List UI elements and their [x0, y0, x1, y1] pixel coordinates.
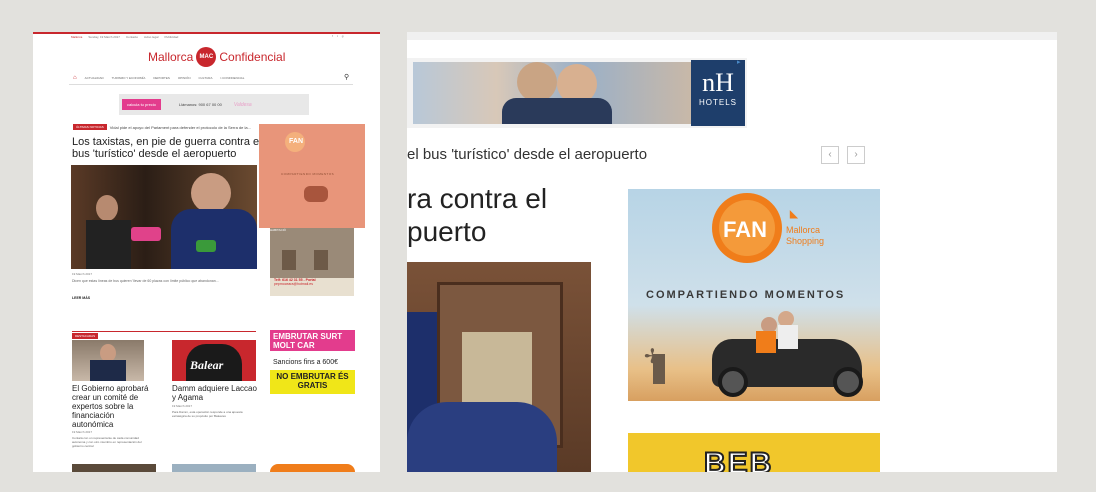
breaking-text[interactable]: Vidal pide el apoyo del Parlament para d… — [110, 125, 251, 130]
fan-arrow-icon: ◣ — [790, 209, 798, 220]
facebook-icon[interactable]: f — [332, 34, 333, 38]
googleplus-icon[interactable]: g — [342, 34, 344, 38]
zoom-fan-sub2: Shopping — [786, 236, 825, 246]
nh-sub: HOTELS — [698, 98, 737, 107]
card1-photo[interactable] — [72, 340, 144, 381]
home-icon[interactable]: ⌂ — [73, 75, 77, 81]
main-article-headline[interactable]: Los taxistas, en pie de guerra contra el… — [72, 136, 262, 160]
logo-badge: MAC — [196, 47, 217, 67]
social-links: f t g — [332, 34, 343, 38]
zoom-fan-brand: FAN — [723, 217, 767, 242]
zoom-headline-line2[interactable]: puerto — [407, 215, 486, 249]
zoomed-detail: nH HOTELS ▸ el bus 'turístico' desde el … — [407, 32, 1057, 472]
breaking-badge: ÚLTIMAS NOTICIAS — [73, 124, 107, 130]
main-article-date: 19 March 2017 — [72, 272, 93, 276]
nav-item[interactable]: ACTUALIDAD — [85, 76, 104, 80]
card2-headline[interactable]: Damm adquiere Laccao y Agama — [172, 384, 262, 402]
nh-hotels-ad[interactable]: nH HOTELS ▸ — [407, 58, 747, 128]
room-ad-title: HABITACIÓ — [270, 228, 286, 232]
nav-item[interactable]: CULTURA — [199, 76, 213, 80]
nh-logo: nH HOTELS — [691, 60, 745, 126]
embrutar-mid: Sancions fins a 600€ — [273, 359, 338, 366]
room-ad-email: pepmoceara@hotmail.es — [274, 282, 313, 286]
card1-date: 19 March 2017 — [72, 430, 93, 434]
card1-headline[interactable]: El Gobierno aprobará crear un comité de … — [72, 384, 152, 429]
nav-item[interactable]: DEPORTES — [153, 76, 169, 80]
top-bar-item[interactable]: Mallorca — [71, 35, 82, 39]
logo-text-right: Confidencial — [219, 50, 286, 64]
card3-photo[interactable] — [72, 464, 156, 472]
zoom-headline-line1[interactable]: ra contra el — [407, 182, 547, 216]
sidebar-room-ad[interactable]: HABITACIÓ Telf: 616 42 31 55 - Portal pe… — [270, 228, 354, 296]
embrutar-ad[interactable]: EMBRUTAR SURT MOLT CAR Sancions fins a 6… — [270, 330, 355, 406]
card2-brand: Balear — [190, 358, 224, 372]
card1-excerpt: Contará con un representante de cada com… — [72, 436, 142, 448]
section-badge: DESTACADAS — [72, 333, 99, 339]
zoom-bottom-ad-text: BEB — [703, 446, 774, 472]
card2-date: 19 March 2017 — [172, 404, 193, 408]
card4-photo[interactable] — [172, 464, 256, 472]
chevron-left-icon[interactable]: ‹ — [821, 146, 839, 164]
banner-phone: Llámanos: 900 67 00 00 — [178, 102, 222, 107]
logo-text-left: Mallorca — [148, 50, 194, 64]
top-bar-item[interactable]: Contacto — [126, 35, 138, 39]
zoom-bottom-ad[interactable]: BEB — [628, 433, 880, 472]
banner-ad[interactable]: calcula tu precio Llámanos: 900 67 00 00… — [119, 94, 309, 115]
banner-brand: Valdesa — [233, 101, 252, 108]
nav-item[interactable]: I.CONFIDENCIAL — [220, 76, 244, 80]
chevron-right-icon[interactable]: › — [847, 146, 865, 164]
search-icon[interactable]: ⚲ — [344, 73, 349, 81]
embrutar-bottom: NO EMBRUTAR ÉS GRATIS — [270, 370, 355, 394]
top-accent-bar — [33, 32, 380, 34]
main-article-photo[interactable] — [71, 165, 257, 269]
zoom-fan-ad[interactable]: FAN ◣ Mallorca Shopping COMPARTIENDO MOM… — [628, 189, 880, 401]
zoom-fan-sub1: Mallorca — [786, 225, 821, 235]
ad-info-icon[interactable]: ▸ — [737, 58, 741, 66]
embrutar-top: EMBRUTAR SURT MOLT CAR — [270, 330, 355, 351]
read-more-link[interactable]: LEER MÁS — [72, 296, 90, 300]
sidebar-fan-ad[interactable]: FAN COMPARTIENDO MOMENTOS — [259, 124, 365, 228]
card2-photo[interactable]: Balear — [172, 340, 256, 381]
top-bar: Mallorca Sunday, 19 March 2017 Contacto … — [71, 35, 178, 39]
zoom-top-bar — [407, 32, 1057, 40]
nav-item[interactable]: TURISMO Y ECONOMÍA — [112, 76, 146, 80]
fan-ad-brand: FAN — [289, 138, 303, 145]
nh-brand: nH — [702, 68, 734, 97]
top-bar-item[interactable]: Publicidad — [164, 35, 178, 39]
card2-excerpt: Para Damm, esta operación responde a una… — [172, 410, 243, 418]
website-thumbnail: Mallorca Sunday, 19 March 2017 Contacto … — [33, 32, 380, 472]
nav-item[interactable]: OPINIÓN — [178, 76, 191, 80]
zoom-fan-tagline: COMPARTIENDO MOMENTOS — [646, 289, 846, 301]
section-divider — [72, 331, 256, 332]
top-bar-item: Sunday, 19 March 2017 — [88, 35, 120, 39]
twitter-icon[interactable]: t — [337, 34, 338, 38]
zoom-ticker-text[interactable]: el bus 'turístico' desde el aeropuerto — [407, 146, 647, 163]
banner-cta: calcula tu precio — [122, 99, 161, 110]
site-logo[interactable]: Mallorca MAC Confidencial — [148, 47, 285, 67]
top-bar-item[interactable]: Aviso legal — [144, 35, 158, 39]
main-article-excerpt: Dicen que estas líneas de bus quieren 'l… — [72, 279, 219, 283]
breaking-ticker: ÚLTIMAS NOTICIAS Vidal pide el apoyo del… — [73, 124, 251, 130]
nav-divider — [69, 84, 353, 85]
main-nav: ⌂ ACTUALIDAD TURISMO Y ECONOMÍA DEPORTES… — [73, 75, 343, 81]
card5-photo[interactable] — [270, 464, 355, 472]
fan-ad-tagline: COMPARTIENDO MOMENTOS — [281, 172, 335, 176]
zoom-article-photo[interactable] — [407, 262, 591, 472]
